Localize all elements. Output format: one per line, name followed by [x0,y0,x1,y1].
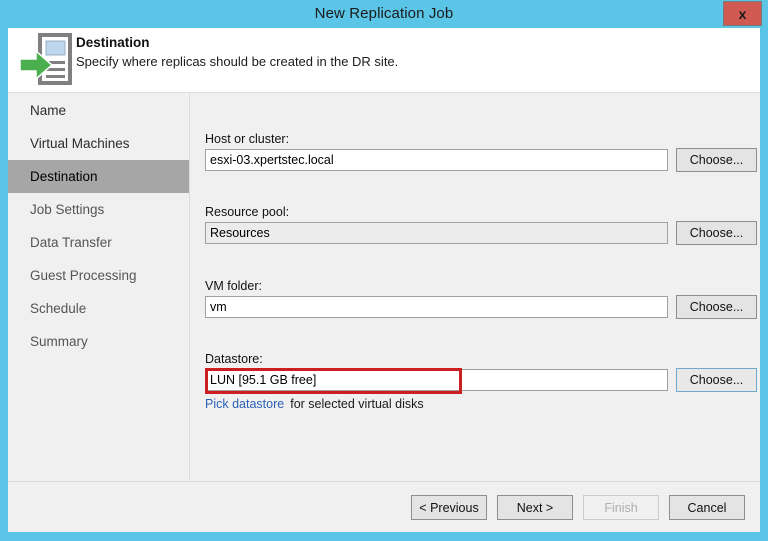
datastore-label: Datastore: [205,352,263,366]
sidebar-item-data-transfer[interactable]: Data Transfer [8,226,189,259]
sidebar-item-label: Guest Processing [30,268,137,283]
sidebar-item-label: Name [30,103,67,118]
title-bar: New Replication Job x [0,0,768,28]
vm-folder-input[interactable]: vm [205,296,668,318]
close-button[interactable]: x [723,1,762,26]
sidebar-item-label: Schedule [30,301,87,316]
cancel-button[interactable]: Cancel [669,495,745,520]
resource-pool-label: Resource pool: [205,205,290,219]
previous-button[interactable]: < Previous [411,495,487,520]
datastore-input[interactable]: LUN [95.1 GB free] [205,369,668,391]
sidebar-item-label: Summary [30,334,88,349]
sidebar-item-summary[interactable]: Summary [8,325,189,358]
host-or-cluster-label: Host or cluster: [205,132,290,146]
destination-form: Host or cluster: esxi-03.xpertstec.local… [191,94,760,480]
sidebar-item-schedule[interactable]: Schedule [8,292,189,325]
wizard-footer: < Previous Next > Finish Cancel [8,481,760,532]
vm-folder-choose-button[interactable]: Choose... [676,295,757,319]
resource-pool-input[interactable]: Resources [205,222,668,244]
page-subtitle: Specify where replicas should be created… [76,54,399,69]
host-or-cluster-choose-button[interactable]: Choose... [676,148,757,172]
sidebar-item-label: Data Transfer [30,235,112,250]
pick-datastore-link[interactable]: Pick datastore [205,397,284,411]
pick-datastore-row: Pick datastore for selected virtual disks [205,397,424,411]
replication-job-window: New Replication Job x Destination Specif… [0,0,768,541]
dialog-body: Destination Specify where replicas shoul… [8,28,760,532]
replication-destination-icon [18,33,76,87]
sidebar-item-virtual-machines[interactable]: Virtual Machines [8,127,189,160]
datastore-choose-button[interactable]: Choose... [676,368,757,392]
sidebar-item-job-settings[interactable]: Job Settings [8,193,189,226]
sidebar-item-name[interactable]: Name [8,94,189,127]
wizard-header: Destination Specify where replicas shoul… [8,28,760,93]
sidebar-item-guest-processing[interactable]: Guest Processing [8,259,189,292]
page-title: Destination [76,35,150,50]
resource-pool-choose-button[interactable]: Choose... [676,221,757,245]
vm-folder-label: VM folder: [205,279,262,293]
sidebar-item-label: Destination [30,169,98,184]
sidebar-item-label: Job Settings [30,202,105,217]
sidebar-item-label: Virtual Machines [30,136,130,151]
pick-datastore-suffix: for selected virtual disks [290,397,424,411]
finish-button: Finish [583,495,659,520]
next-button[interactable]: Next > [497,495,573,520]
host-or-cluster-input[interactable]: esxi-03.xpertstec.local [205,149,668,171]
wizard-steps-sidebar: Name Virtual Machines Destination Job Se… [8,94,190,480]
sidebar-item-destination[interactable]: Destination [8,160,189,193]
window-title: New Replication Job [314,5,454,22]
